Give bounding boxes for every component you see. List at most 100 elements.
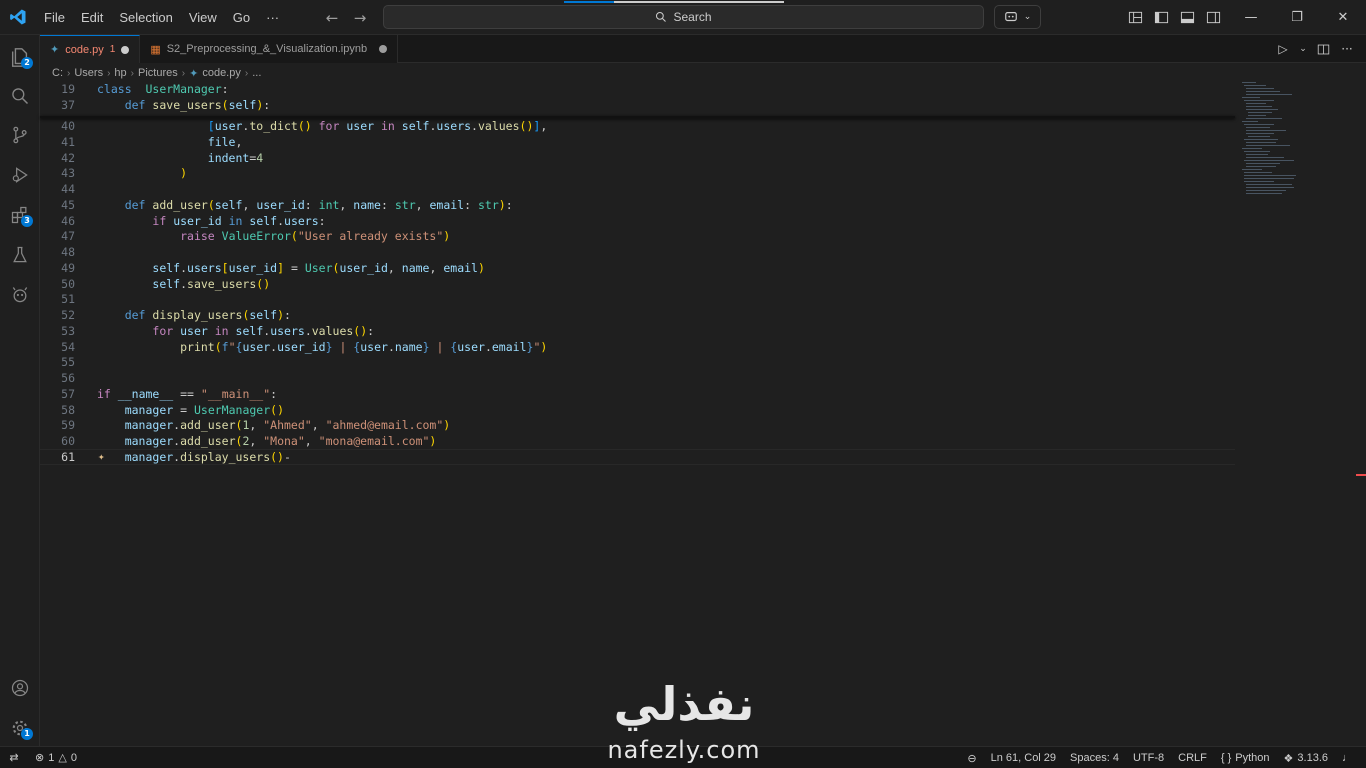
breadcrumb-item[interactable]: C: xyxy=(52,67,63,79)
code-editor[interactable]: 19 class UserManager: 37 def save_users(se… xyxy=(40,82,1366,746)
minimap-line xyxy=(1246,91,1280,92)
forward-arrow-icon[interactable]: → xyxy=(350,8,370,28)
minimize-icon[interactable]: — xyxy=(1228,0,1274,35)
activity-bar: 2 3 1 xyxy=(0,35,40,746)
code-line[interactable]: 47 raise ValueError("User already exists… xyxy=(40,229,1230,245)
tab-notebook[interactable]: ▦ S2_Preprocessing_&_Visualization.ipynb xyxy=(140,35,399,63)
tab-label: S2_Preprocessing_&_Visualization.ipynb xyxy=(166,43,368,55)
menu-more[interactable]: ··· xyxy=(258,0,287,35)
menu-selection[interactable]: Selection xyxy=(111,0,180,35)
code-line[interactable]: 56 xyxy=(40,371,1230,387)
search-icon[interactable] xyxy=(0,76,40,116)
more-actions-icon[interactable]: ··· xyxy=(1338,40,1356,58)
code-line[interactable]: 46 if user_id in self.users: xyxy=(40,214,1230,230)
code-line[interactable]: 43 ) xyxy=(40,166,1230,182)
code-text: [user.to_dict() for user in self.users.v… xyxy=(207,119,555,133)
code-line[interactable]: 51 xyxy=(40,292,1230,308)
line-number: 53 xyxy=(61,323,75,338)
settings-gear-icon[interactable]: 1 xyxy=(0,708,40,748)
cursor-position[interactable]: Ln 61, Col 29 xyxy=(984,747,1063,768)
code-line[interactable]: 54 print(f"{user.user_id} | {user.name} … xyxy=(40,340,1230,356)
code-line[interactable]: 19 class UserManager: xyxy=(40,82,1230,98)
minimap-line xyxy=(1242,148,1262,149)
line-number: 59 xyxy=(61,418,75,433)
indentation[interactable]: Spaces: 4 xyxy=(1063,747,1126,768)
code-text: class UserManager: xyxy=(97,82,229,96)
code-line[interactable]: 44 xyxy=(40,182,1230,198)
breadcrumb-item[interactable]: hp xyxy=(114,67,126,79)
minimap-line xyxy=(1244,151,1270,152)
code-line[interactable]: 57 if __name__ == "__main__": xyxy=(40,387,1230,403)
breadcrumb-item[interactable]: Users xyxy=(74,67,103,79)
breadcrumb-item[interactable]: ... xyxy=(252,67,261,79)
menu-view[interactable]: View xyxy=(181,0,225,35)
code-line[interactable]: 49 self.users[user_id] = User(user_id, n… xyxy=(40,261,1230,277)
restore-icon[interactable]: ❐ xyxy=(1274,0,1320,35)
run-python-file-icon[interactable]: ▷ xyxy=(1274,40,1292,58)
code-line[interactable]: 40 [user.to_dict() for user in self.user… xyxy=(40,119,1230,135)
toggle-secondary-sidebar-icon[interactable] xyxy=(1203,8,1223,28)
close-icon[interactable]: ✕ xyxy=(1320,0,1366,35)
source-control-icon[interactable] xyxy=(0,115,40,155)
split-editor-icon[interactable] xyxy=(1314,40,1332,58)
code-line[interactable]: 53 for user in self.users.values(): xyxy=(40,324,1230,340)
extensions-badge: 3 xyxy=(21,215,33,227)
editor-tabs: ✦ code.py 1 ▦ S2_Preprocessing_&_Visuali… xyxy=(40,35,1366,63)
copilot-agent-icon[interactable] xyxy=(0,275,40,315)
code-line[interactable]: 60 manager.add_user(2, "Mona", "mona@ema… xyxy=(40,434,1230,450)
code-line[interactable]: 37 def save_users(self): xyxy=(40,98,1230,114)
code-line[interactable]: 41 file, xyxy=(40,135,1230,151)
menu-go[interactable]: Go xyxy=(225,0,258,35)
run-debug-icon[interactable] xyxy=(0,155,40,195)
notifications-bell-icon[interactable]: ♩ xyxy=(1335,747,1360,768)
code-line[interactable]: 55 xyxy=(40,355,1230,371)
encoding[interactable]: UTF-8 xyxy=(1126,747,1171,768)
python-interpreter[interactable]: ❖ 3.13.6 xyxy=(1277,747,1335,768)
code-text: ) xyxy=(180,166,188,181)
testing-flask-icon[interactable] xyxy=(0,235,40,275)
chevron-down-icon[interactable]: ⌄ xyxy=(1298,40,1308,58)
accounts-icon[interactable] xyxy=(0,668,40,708)
line-number: 46 xyxy=(61,213,75,228)
extensions-icon[interactable]: 3 xyxy=(0,195,40,235)
code-line[interactable]: 50 self.save_users() xyxy=(40,277,1230,293)
unsaved-dot-icon[interactable] xyxy=(379,45,388,53)
minimap-line xyxy=(1242,169,1262,170)
breadcrumb-item[interactable]: Pictures xyxy=(138,67,178,79)
breadcrumb-item[interactable]: code.py xyxy=(202,67,241,79)
code-line[interactable]: 42 indent=4 xyxy=(40,151,1230,167)
navigation: ← → xyxy=(322,0,370,35)
menu-edit[interactable]: Edit xyxy=(73,0,111,35)
code-text: manager.add_user(2, "Mona", "mona@email.… xyxy=(124,434,437,448)
chevron-right-icon: › xyxy=(130,67,135,79)
copilot-button[interactable]: ⌄ xyxy=(994,5,1041,29)
end-of-line[interactable]: CRLF xyxy=(1171,747,1214,768)
code-line[interactable]: 52 def display_users(self): xyxy=(40,308,1230,324)
problems-indicator[interactable]: ⊗ 1 △ 0 xyxy=(28,747,84,768)
code-line[interactable]: 61 manager.display_users()- ✦ xyxy=(40,448,1235,466)
code-line[interactable]: 58 manager = UserManager() xyxy=(40,403,1230,419)
minimap-line xyxy=(1246,88,1274,89)
menu-file[interactable]: File xyxy=(36,0,73,35)
toggle-primary-sidebar-icon[interactable] xyxy=(1151,8,1171,28)
command-center-search[interactable]: Search xyxy=(383,1,984,29)
code-line[interactable]: 45 def add_user(self, user_id: int, name… xyxy=(40,198,1230,214)
code-line[interactable]: 48 xyxy=(40,245,1230,261)
tab-code-py[interactable]: ✦ code.py 1 xyxy=(40,35,141,63)
remote-indicator-icon[interactable]: ⇄ xyxy=(0,747,28,768)
copilot-sparkle-icon[interactable]: ✦ xyxy=(98,450,105,463)
toggle-panel-icon[interactable] xyxy=(1177,8,1197,28)
code-line[interactable]: 59 manager.add_user(1, "Ahmed", "ahmed@e… xyxy=(40,418,1230,434)
language-mode[interactable]: { } Python xyxy=(1214,747,1277,768)
minimap[interactable] xyxy=(1240,82,1320,212)
zoom-icon[interactable]: ⊖ xyxy=(960,747,983,768)
minimap-line xyxy=(1246,145,1290,146)
code-text: manager = UserManager() xyxy=(124,402,285,417)
status-bar-right: ⊖ Ln 61, Col 29 Spaces: 4 UTF-8 CRLF { }… xyxy=(960,747,1360,768)
back-arrow-icon[interactable]: ← xyxy=(322,8,342,28)
line-number: 61 xyxy=(61,449,75,464)
unsaved-dot-icon[interactable] xyxy=(121,45,130,54)
line-number: 56 xyxy=(61,371,75,385)
explorer-icon[interactable]: 2 xyxy=(0,37,40,77)
customize-layout-icon[interactable] xyxy=(1125,8,1145,28)
